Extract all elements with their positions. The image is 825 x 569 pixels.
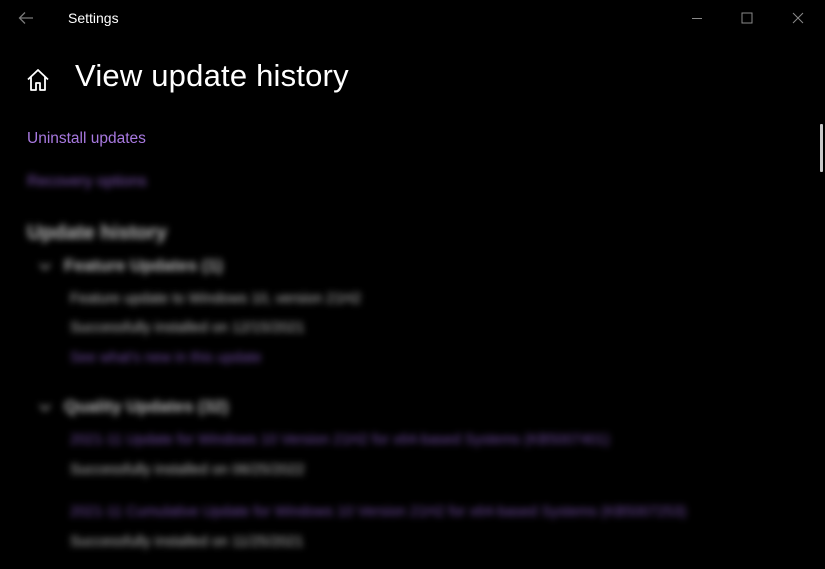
back-arrow-icon xyxy=(18,12,33,24)
minimize-button[interactable] xyxy=(672,0,722,36)
chevron-down-icon xyxy=(39,404,51,412)
quality-update-title-link[interactable]: 2021-11 Update for Windows 10 Version 21… xyxy=(70,432,610,448)
quality-updates-group-header[interactable]: Quality Updates (32) xyxy=(36,397,228,417)
cumulative-update-title-link[interactable]: 2021-11 Cumulative Update for Windows 10… xyxy=(70,504,686,520)
maximize-button[interactable] xyxy=(722,0,772,36)
scrollbar-thumb[interactable] xyxy=(820,124,823,172)
close-button[interactable] xyxy=(773,0,823,36)
minimize-icon xyxy=(692,18,702,19)
app-title: Settings xyxy=(68,10,119,26)
feature-updates-label: Feature Updates (1) xyxy=(64,256,223,275)
chevron-down-icon xyxy=(39,263,51,271)
feature-update-title: Feature update to Windows 10, version 21… xyxy=(70,291,361,307)
maximize-icon xyxy=(741,12,753,24)
quality-update-status: Successfully installed on 06/25/2022 xyxy=(70,462,305,478)
feature-updates-group-header[interactable]: Feature Updates (1) xyxy=(36,256,223,276)
quality-updates-label: Quality Updates (32) xyxy=(64,397,229,416)
whats-new-link[interactable]: See what's new in this update xyxy=(70,350,261,366)
update-history-heading: Update history xyxy=(27,222,168,244)
settings-window: Settings View update history Uninstall u… xyxy=(0,0,825,569)
title-bar: Settings xyxy=(0,0,825,36)
uninstall-updates-link[interactable]: Uninstall updates xyxy=(27,130,146,148)
home-icon[interactable] xyxy=(24,66,52,94)
cumulative-update-status: Successfully installed on 11/25/2021 xyxy=(70,534,304,550)
recovery-options-link[interactable]: Recovery options xyxy=(27,173,147,191)
feature-update-status: Successfully installed on 12/15/2021 xyxy=(70,320,305,336)
close-icon xyxy=(792,12,804,24)
back-button[interactable] xyxy=(10,4,42,32)
page-title: View update history xyxy=(75,58,349,93)
